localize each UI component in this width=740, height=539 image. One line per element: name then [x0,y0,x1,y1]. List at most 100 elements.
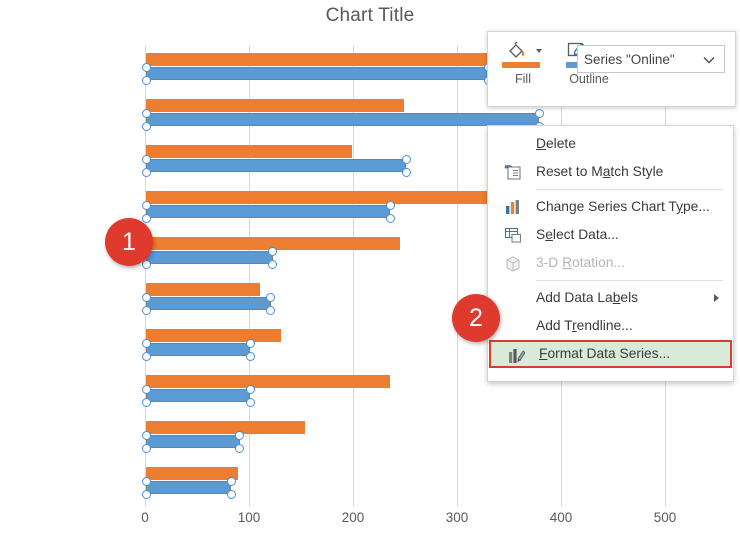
x-tick-label: 400 [549,510,573,525]
fill-bucket-icon [509,41,525,58]
selection-handle[interactable] [141,167,151,177]
bar-series-retail[interactable] [146,191,490,204]
rotation-cube-icon [506,256,520,272]
selection-handle[interactable] [385,213,395,223]
selection-handle[interactable] [245,351,255,361]
outline-label: Outline [569,72,609,86]
selection-handle[interactable] [141,430,151,440]
chart-title[interactable]: Chart Title [0,5,740,27]
menu-item-change-series-chart-type[interactable]: Change Series Chart Type... [488,193,733,221]
selection-handle[interactable] [401,167,411,177]
context-menu[interactable]: Delete Reset to Match Style Change Series … [487,125,734,382]
menu-item-reset-to-match-style[interactable]: Reset to Match Style [488,158,733,186]
selection-handle[interactable] [141,338,151,348]
selection-handle[interactable] [141,154,151,164]
bar-series-retail[interactable] [146,53,489,66]
fill-color-swatch[interactable] [502,62,540,68]
select-data-icon [504,227,522,243]
format-series-icon [509,349,525,363]
menu-item-label: Delete [536,136,576,151]
selection-handle[interactable] [235,430,245,440]
bar-series-online[interactable] [146,251,273,264]
selection-handle[interactable] [235,443,245,453]
selection-handle[interactable] [401,154,411,164]
menu-item-label: Add Trendline... [536,318,633,333]
selection-handle[interactable] [266,292,276,302]
selection-handle[interactable] [266,305,276,315]
chart-canvas[interactable]: Chart Title 0100200300400500Earl greyPur… [0,0,740,539]
x-tick-label: 300 [445,510,469,525]
selection-handle[interactable] [141,305,151,315]
selection-handle[interactable] [141,397,151,407]
bar-series-online[interactable] [146,389,250,402]
selection-handle[interactable] [268,259,278,269]
series-select[interactable]: Series "Online" [577,45,725,73]
selection-handle[interactable] [141,489,151,499]
chart-category-row: Iced ginger pear [141,414,665,460]
x-tick-label: 500 [653,510,677,525]
selection-handle[interactable] [268,246,278,256]
menu-item-label: Change Series Chart Type... [536,199,710,214]
step-badge-1: 1 [105,218,153,266]
selection-handle[interactable] [245,338,255,348]
selection-handle[interactable] [226,489,236,499]
menu-item-label: Format Data Series... [539,346,671,361]
selection-handle[interactable] [226,476,236,486]
menu-item-add-trendline[interactable]: Add Trendline... [488,312,733,340]
bar-series-online[interactable] [146,159,406,172]
fill-chevron-down-icon[interactable] [536,49,542,53]
bar-series-retail[interactable] [146,99,404,112]
bar-series-online[interactable] [146,343,250,356]
selection-handle[interactable] [141,121,151,131]
submenu-arrow-icon [714,294,719,302]
bar-series-retail[interactable] [146,329,282,342]
menu-item-delete[interactable]: Delete [488,130,733,158]
menu-item-label: Add Data Labels [536,290,639,305]
bar-series-retail[interactable] [146,283,261,296]
x-tick-label: 0 [141,510,149,525]
selection-handle[interactable] [141,200,151,210]
selection-handle[interactable] [141,443,151,453]
selection-handle[interactable] [245,384,255,394]
selection-handle[interactable] [245,397,255,407]
selection-handle[interactable] [141,292,151,302]
menu-item-select-data[interactable]: Select Data... [488,221,733,249]
chart-category-row: White ambrosia [141,460,665,506]
selection-handle[interactable] [141,476,151,486]
bar-series-retail[interactable] [146,375,391,388]
selection-handle[interactable] [141,213,151,223]
selection-handle[interactable] [141,62,151,72]
selection-handle[interactable] [141,108,151,118]
selection-handle[interactable] [141,351,151,361]
menu-item-format-data-series[interactable]: Format Data Series... [489,340,732,368]
bar-series-online[interactable] [146,435,240,448]
change-chart-type-icon [506,200,519,214]
selection-handle[interactable] [385,200,395,210]
menu-item-label: Select Data... [536,227,619,242]
series-select-value: Series "Online" [584,52,675,67]
selection-handle[interactable] [141,75,151,85]
menu-separator [536,189,723,190]
bar-series-online[interactable] [146,113,540,126]
x-tick-label: 200 [341,510,365,525]
step-badge-2: 2 [452,294,500,342]
bar-series-retail[interactable] [146,421,306,434]
bar-series-online[interactable] [146,297,271,310]
x-tick-label: 100 [237,510,261,525]
bar-series-retail[interactable] [146,467,238,480]
chevron-down-icon[interactable] [703,54,715,66]
bar-series-online[interactable] [146,67,489,80]
menu-item-3-d-rotation: 3-D Rotation... [488,249,733,277]
menu-item-add-data-labels[interactable]: Add Data Labels [488,284,733,312]
selection-handle[interactable] [534,108,544,118]
reset-style-icon [504,164,521,180]
bar-series-retail[interactable] [146,145,352,158]
mini-toolbar[interactable]: Fill Outline Series "Online" [487,31,736,107]
bar-series-online[interactable] [146,481,232,494]
menu-item-label: 3-D Rotation... [536,255,625,270]
menu-separator [536,280,723,281]
selection-handle[interactable] [141,384,151,394]
bar-series-online[interactable] [146,205,391,218]
menu-item-label: Reset to Match Style [536,164,664,179]
fill-label: Fill [515,72,531,86]
